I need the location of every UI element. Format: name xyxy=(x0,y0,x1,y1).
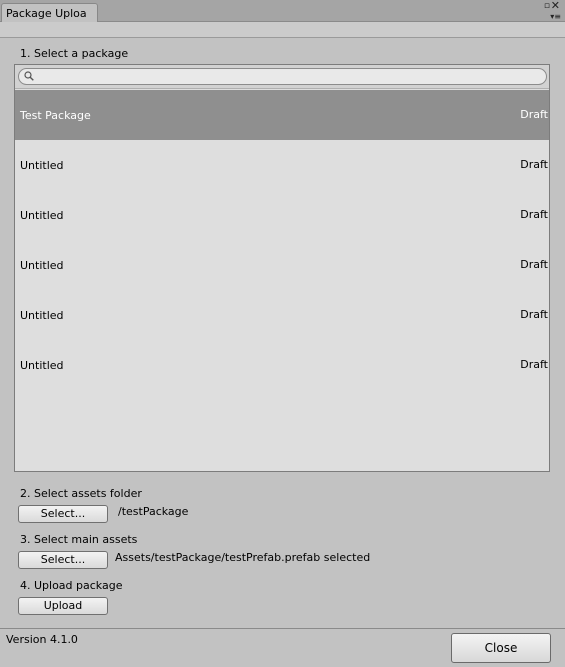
tab-bar: Package Uploa ▫ ✕ ▾≡ xyxy=(0,0,565,23)
select-assets-folder-button[interactable]: Select... xyxy=(18,505,108,523)
list-item[interactable]: Untitled Draft xyxy=(15,240,549,290)
package-name: Untitled xyxy=(20,209,64,222)
package-name: Untitled xyxy=(20,159,64,172)
package-status: Draft xyxy=(520,208,548,221)
close-icon[interactable]: ✕ xyxy=(551,0,560,11)
tab-package-upload[interactable]: Package Uploa xyxy=(1,3,98,23)
search-bar xyxy=(15,65,549,89)
main-assets-value: Assets/testPackage/testPrefab.prefab sel… xyxy=(115,551,371,564)
close-button[interactable]: Close xyxy=(451,633,551,663)
version-label: Version 4.1.0 xyxy=(6,633,78,646)
search-input[interactable] xyxy=(18,68,547,85)
footer-divider xyxy=(0,628,565,629)
package-status: Draft xyxy=(520,108,548,121)
package-status: Draft xyxy=(520,358,548,371)
package-status: Draft xyxy=(520,308,548,321)
upload-button[interactable]: Upload xyxy=(18,597,108,615)
list-item[interactable]: Untitled Draft xyxy=(15,140,549,190)
list-item[interactable]: Untitled Draft xyxy=(15,190,549,240)
select-main-assets-button[interactable]: Select... xyxy=(18,551,108,569)
step4-label: 4. Upload package xyxy=(20,579,123,592)
step3-label: 3. Select main assets xyxy=(20,533,138,546)
package-status: Draft xyxy=(520,258,548,271)
toolbar-area xyxy=(0,22,565,38)
step2-label: 2. Select assets folder xyxy=(20,487,142,500)
package-name: Untitled xyxy=(20,259,64,272)
step1-label: 1. Select a package xyxy=(20,47,129,60)
search-icon xyxy=(24,71,34,81)
package-name: Untitled xyxy=(20,359,64,372)
list-item[interactable]: Untitled Draft xyxy=(15,290,549,340)
menu-icon[interactable]: ▾≡ xyxy=(550,12,561,22)
list-item[interactable]: Untitled Draft xyxy=(15,340,549,390)
list-item[interactable]: Test Package Draft xyxy=(15,90,549,140)
package-rows: Test Package Draft Untitled Draft Untitled Dr… xyxy=(15,90,549,390)
maximize-icon[interactable]: ▫ xyxy=(544,1,550,11)
package-name: Test Package xyxy=(20,109,91,122)
package-status: Draft xyxy=(520,158,548,171)
package-list[interactable]: Test Package Draft Untitled Draft Untitled Dr… xyxy=(14,64,550,472)
assets-folder-value: /testPackage xyxy=(118,505,189,518)
package-name: Untitled xyxy=(20,309,64,322)
